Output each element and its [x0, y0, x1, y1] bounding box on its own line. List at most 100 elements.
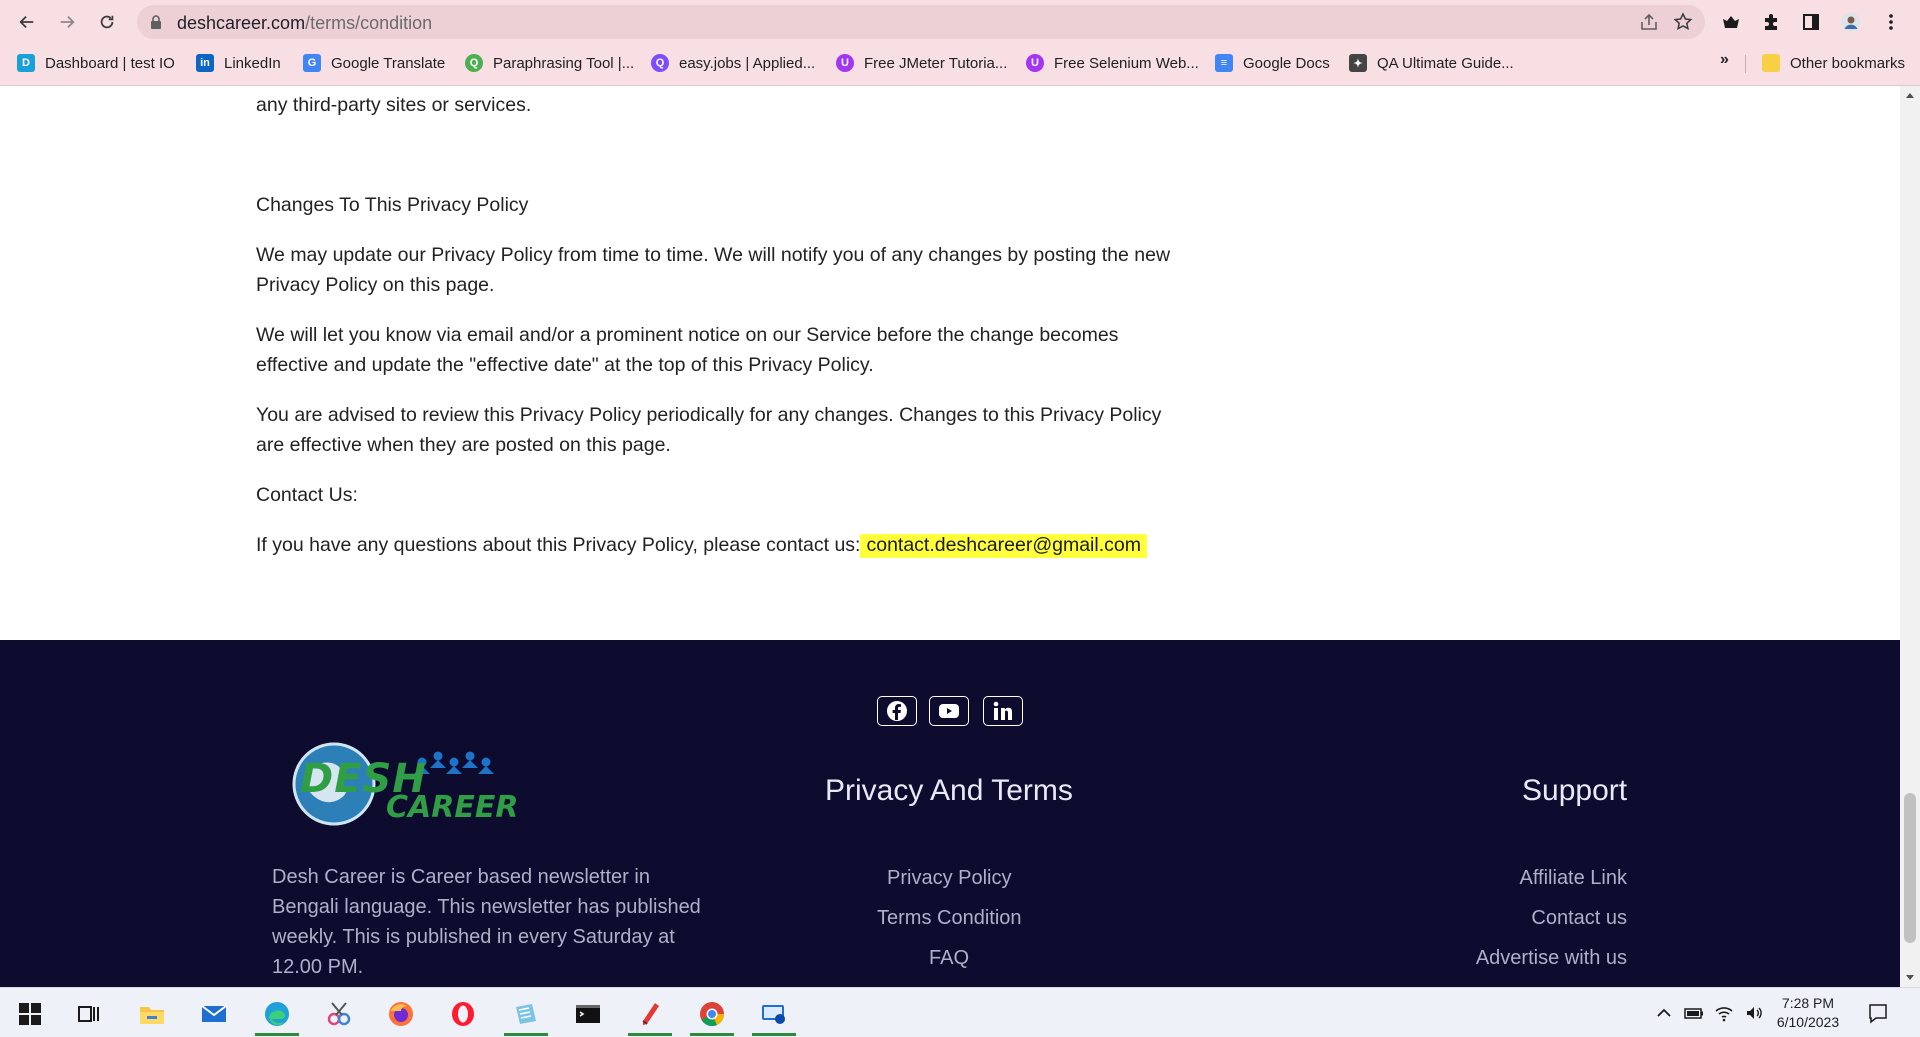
- other-bookmarks-label: Other bookmarks: [1790, 54, 1906, 72]
- web-page: any third-party sites or services. Chang…: [0, 86, 1900, 987]
- paraphrasing-icon: Q: [465, 54, 483, 72]
- bookmark-google-docs[interactable]: ≡ Google Docs: [1215, 51, 1330, 75]
- scrollbar-thumb[interactable]: [1904, 793, 1916, 943]
- notification-center-icon[interactable]: [1867, 1002, 1889, 1024]
- taskbar-file-explorer[interactable]: [126, 992, 178, 1036]
- footer-about-text: Desh Career is Career based newsletter i…: [272, 866, 701, 978]
- url-text: deshcareer.com/terms/condition: [177, 13, 432, 34]
- bookmark-label: Free JMeter Tutoria...: [864, 54, 1008, 72]
- desh-career-logo[interactable]: DESH CAREER: [292, 740, 518, 830]
- footer-link-contact-us[interactable]: Contact us: [1531, 907, 1627, 930]
- url-domain: deshcareer.com: [177, 13, 306, 33]
- taskbar-remote-desktop[interactable]: [748, 992, 800, 1036]
- linkedin-icon: in: [196, 54, 214, 72]
- bookmarks-divider: [1745, 55, 1746, 73]
- qa-guide-icon: ✦: [1349, 54, 1367, 72]
- wifi-icon[interactable]: [1714, 1003, 1734, 1023]
- facebook-icon: [887, 701, 907, 721]
- logo-text-career: CAREER: [386, 790, 519, 825]
- taskbar-clock[interactable]: 7:28 PM 6/10/2023: [1772, 994, 1844, 1032]
- start-button[interactable]: [4, 992, 56, 1036]
- taskbar-paint-pen[interactable]: [624, 992, 676, 1036]
- bookmark-linkedin[interactable]: in LinkedIn: [196, 51, 281, 75]
- bookmark-google-translate[interactable]: G Google Translate: [303, 51, 445, 75]
- other-bookmarks-folder[interactable]: Other bookmarks: [1762, 51, 1905, 75]
- scroll-up-arrow-icon[interactable]: [1904, 90, 1916, 100]
- screen: deshcareer.com/terms/condition D Dashboa…: [0, 0, 1920, 1037]
- bookmark-label: QA Ultimate Guide...: [1377, 54, 1514, 72]
- footer-link-advertise[interactable]: Advertise with us: [1476, 947, 1627, 970]
- contact-paragraph: If you have any questions about this Pri…: [256, 530, 1176, 560]
- taskbar-mail[interactable]: [188, 992, 240, 1036]
- extension-bat-icon[interactable]: [1718, 9, 1744, 35]
- udemy-icon: U: [836, 54, 854, 72]
- facebook-link[interactable]: [877, 696, 917, 726]
- paint-pen-icon: [642, 1003, 659, 1025]
- browser-toolbar: deshcareer.com/terms/condition D Dashboa…: [0, 0, 1920, 86]
- paragraph-notice: We will let you know via email and/or a …: [256, 324, 1119, 376]
- opera-icon: [452, 1002, 474, 1026]
- bookmark-easyjobs[interactable]: Q easy.jobs | Applied...: [651, 51, 815, 75]
- bookmark-testio[interactable]: D Dashboard | test IO: [17, 51, 175, 75]
- scroll-down-arrow-icon[interactable]: [1904, 973, 1916, 983]
- privacy-terms-heading: Privacy And Terms: [825, 774, 1073, 807]
- taskbar-chrome[interactable]: [686, 992, 738, 1036]
- chevron-up-icon[interactable]: [1654, 1003, 1674, 1023]
- paragraph-update: We may update our Privacy Policy from ti…: [256, 244, 1171, 296]
- linkedin-link[interactable]: [983, 696, 1023, 726]
- site-footer: DESH CAREER Desh Career is Career based …: [0, 640, 1900, 987]
- bookmark-star-icon[interactable]: [1673, 12, 1693, 32]
- bookmark-label: Google Docs: [1243, 54, 1330, 72]
- bookmarks-overflow-button[interactable]: »: [1720, 51, 1729, 69]
- taskbar-snipping-tool[interactable]: [313, 992, 365, 1036]
- bookmark-jmeter[interactable]: U Free JMeter Tutoria...: [836, 51, 1007, 75]
- reload-button[interactable]: [92, 9, 122, 35]
- bookmark-selenium[interactable]: U Free Selenium Web...: [1026, 51, 1199, 75]
- taskbar-opera[interactable]: [437, 992, 489, 1036]
- easyjobs-icon: Q: [651, 54, 669, 72]
- paragraph-review: You are advised to review this Privacy P…: [256, 404, 1162, 456]
- contact-text: If you have any questions about this Pri…: [256, 534, 861, 556]
- extensions-puzzle-icon[interactable]: [1758, 9, 1784, 35]
- task-view-icon: [78, 1006, 99, 1022]
- udemy-icon: U: [1026, 54, 1044, 72]
- taskbar-firefox[interactable]: [375, 992, 427, 1036]
- taskbar-terminal[interactable]: [562, 992, 614, 1036]
- bookmark-qa-guide[interactable]: ✦ QA Ultimate Guide...: [1349, 51, 1514, 75]
- taskbar-notepad[interactable]: [500, 992, 552, 1036]
- footer-link-terms-condition[interactable]: Terms Condition: [877, 907, 1022, 930]
- profile-avatar[interactable]: [1838, 9, 1864, 35]
- footer-link-privacy-policy[interactable]: Privacy Policy: [887, 867, 1011, 890]
- forward-button[interactable]: [52, 9, 82, 35]
- footer-link-faq[interactable]: FAQ: [929, 947, 969, 970]
- windows-start-icon: [19, 1003, 41, 1025]
- arrow-right-icon: [60, 15, 75, 29]
- section-heading: Changes To This Privacy Policy: [256, 194, 529, 216]
- task-view-button[interactable]: [62, 992, 114, 1036]
- google-docs-icon: ≡: [1215, 54, 1233, 72]
- reload-icon: [100, 15, 114, 29]
- support-heading: Support: [1522, 774, 1628, 807]
- share-icon[interactable]: [1639, 13, 1659, 31]
- youtube-link[interactable]: [929, 696, 969, 726]
- taskbar-edge[interactable]: [251, 992, 303, 1036]
- lock-icon: [151, 15, 161, 29]
- chrome-icon: [700, 1002, 725, 1027]
- menu-kebab-icon[interactable]: [1878, 9, 1904, 35]
- address-bar[interactable]: deshcareer.com/terms/condition: [137, 5, 1705, 39]
- back-button[interactable]: [12, 9, 42, 35]
- bookmark-label: Dashboard | test IO: [45, 54, 175, 72]
- contact-email-link[interactable]: contact.deshcareer@gmail.com: [860, 534, 1147, 558]
- terminal-icon: [576, 1005, 600, 1023]
- bookmark-paraphrasing[interactable]: Q Paraphrasing Tool |...: [465, 51, 634, 75]
- battery-icon[interactable]: [1684, 1003, 1704, 1023]
- footer-link-affiliate[interactable]: Affiliate Link: [1520, 867, 1627, 890]
- side-panel-icon[interactable]: [1798, 9, 1824, 35]
- page-scrollbar[interactable]: [1900, 86, 1920, 987]
- volume-icon[interactable]: [1744, 1003, 1764, 1023]
- url-path: /terms/condition: [305, 13, 433, 33]
- arrow-left-icon: [19, 15, 34, 29]
- testio-icon: D: [17, 54, 35, 72]
- google-translate-icon: G: [303, 54, 321, 72]
- clock-time: 7:28 PM: [1781, 995, 1835, 1011]
